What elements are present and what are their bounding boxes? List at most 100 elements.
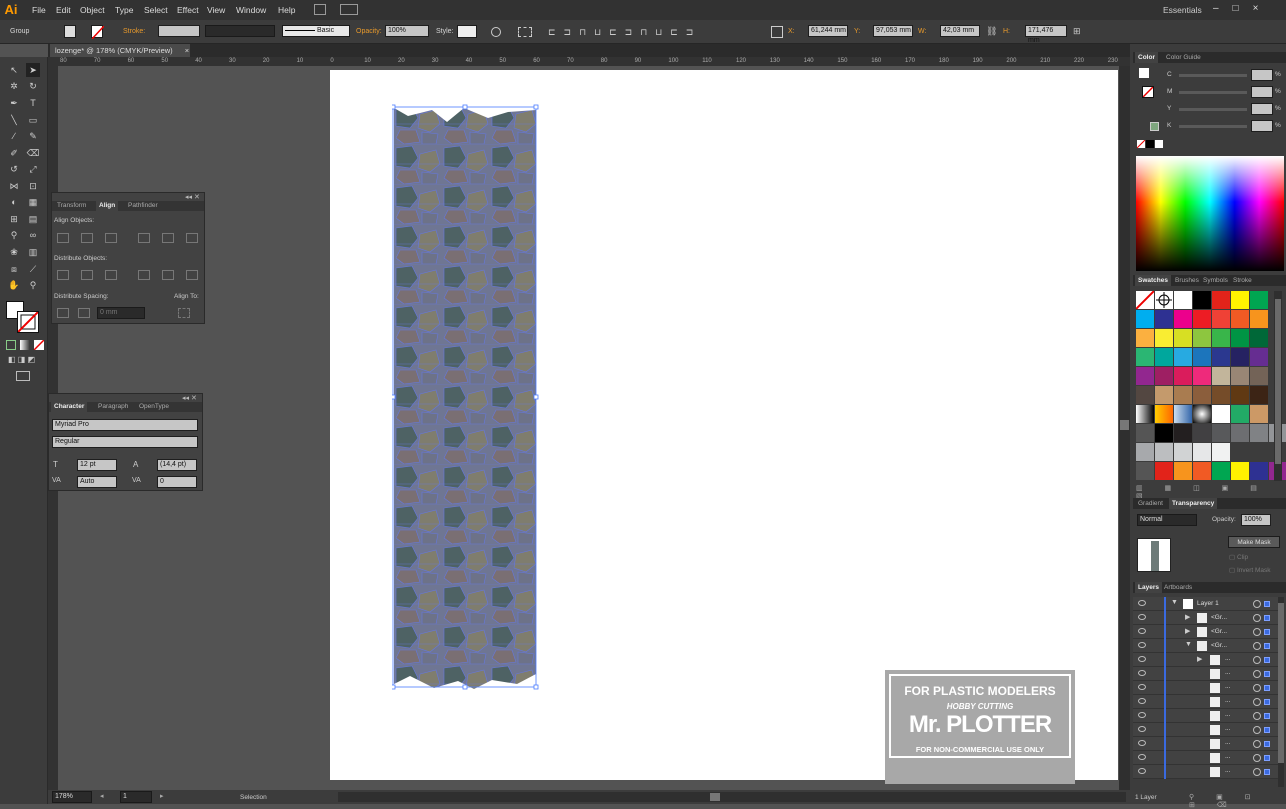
swatch[interactable]	[1193, 329, 1211, 347]
swatch[interactable]	[1155, 424, 1173, 442]
tab-color[interactable]: Color	[1135, 52, 1158, 63]
h-field[interactable]: 171,476 mm	[1025, 25, 1067, 44]
tab-align[interactable]: Align	[96, 201, 119, 211]
swatch[interactable]	[1250, 424, 1268, 442]
out-of-gamut-icon[interactable]	[1150, 122, 1159, 131]
swatch[interactable]	[1231, 424, 1249, 442]
selection-indicator[interactable]	[1264, 769, 1270, 775]
lasso-tool-icon[interactable]: ↻	[26, 79, 40, 93]
swatch[interactable]	[1155, 310, 1173, 328]
slice-tool-icon[interactable]: ⟋	[26, 262, 40, 276]
font-family-select[interactable]: Myriad Pro	[52, 419, 198, 431]
swatch[interactable]	[1212, 443, 1230, 461]
swatch[interactable]	[1193, 424, 1211, 442]
path-row[interactable]: ...	[1133, 723, 1278, 737]
swatch[interactable]	[1193, 367, 1211, 385]
swatch[interactable]	[1250, 367, 1268, 385]
screen-mode-icon[interactable]	[16, 371, 30, 381]
channel-k-field[interactable]	[1251, 120, 1273, 132]
gradient-mode-icon[interactable]	[20, 340, 30, 350]
path-name[interactable]: ...	[1225, 669, 1230, 676]
distribute-right-icon[interactable]	[186, 270, 198, 280]
target-circle-icon[interactable]	[1253, 768, 1261, 776]
align-left-icon[interactable]	[57, 233, 69, 243]
channel-k-slider[interactable]	[1179, 125, 1247, 128]
group-row[interactable]: ▶ <Gr...	[1133, 611, 1278, 625]
eraser-tool-icon[interactable]: ⌫	[26, 146, 40, 160]
align-bottom-icon[interactable]	[186, 233, 198, 243]
swatch[interactable]	[1193, 291, 1211, 309]
layers-scrollbar[interactable]	[1278, 597, 1284, 787]
recolor-artwork-icon[interactable]	[491, 27, 501, 37]
tab-symbols[interactable]: Symbols	[1200, 275, 1231, 286]
color-mode-icon[interactable]	[6, 340, 16, 350]
magic-wand-tool-icon[interactable]: ✲	[7, 79, 21, 93]
target-circle-icon[interactable]	[1253, 600, 1261, 608]
font-style-select[interactable]: Regular	[52, 436, 198, 448]
graphic-style-picker[interactable]	[457, 25, 477, 38]
window-controls[interactable]: –□×	[1213, 0, 1283, 20]
gradient-tool-icon[interactable]: ▤	[26, 212, 40, 226]
path-name[interactable]: ...	[1225, 697, 1230, 704]
path-row[interactable]: ▶...	[1133, 653, 1278, 667]
menu-file[interactable]: File	[32, 0, 46, 20]
swatch[interactable]	[1250, 291, 1268, 309]
pencil-tool-icon[interactable]: ✎	[26, 129, 40, 143]
swatch[interactable]	[1231, 310, 1249, 328]
swatch[interactable]	[1136, 443, 1154, 461]
channel-y-field[interactable]	[1251, 103, 1273, 115]
swatch[interactable]	[1212, 310, 1230, 328]
tracking-field[interactable]: 0	[157, 476, 197, 488]
path-row[interactable]: ...	[1133, 695, 1278, 709]
blob-brush-tool-icon[interactable]: ✐	[7, 146, 21, 160]
target-circle-icon[interactable]	[1253, 656, 1261, 664]
perspective-grid-tool-icon[interactable]: ▦	[26, 195, 40, 209]
swatch[interactable]	[1193, 386, 1211, 404]
group-row[interactable]: ▶ <Gr...	[1133, 625, 1278, 639]
color-fill-box[interactable]	[1139, 68, 1149, 78]
path-row[interactable]: ...	[1133, 737, 1278, 751]
selected-group-artwork[interactable]	[392, 104, 540, 692]
document-tab[interactable]: lozenge* @ 178% (CMYK/Preview) ×	[50, 44, 190, 57]
swatch[interactable]	[1231, 348, 1249, 366]
align-to-selection-icon[interactable]	[178, 308, 190, 318]
rectangle-tool-icon[interactable]: ▭	[26, 113, 40, 127]
w-field[interactable]: 42,03 mm	[940, 25, 980, 37]
reference-point-icon[interactable]	[771, 26, 783, 38]
align-buttons-group[interactable]: ⊏⊐⊓⊔⊏⊐⊓⊔⊏⊐	[548, 25, 763, 39]
selection-indicator[interactable]	[1264, 629, 1270, 635]
tab-brushes[interactable]: Brushes	[1172, 275, 1202, 286]
tab-artboards[interactable]: Artboards	[1161, 582, 1195, 593]
group-name[interactable]: <Gr...	[1211, 628, 1227, 635]
path-row[interactable]: ...	[1133, 681, 1278, 695]
artboard-number[interactable]: 1	[120, 791, 152, 803]
paintbrush-tool-icon[interactable]: ∕	[7, 129, 21, 143]
swatches-footer-icons[interactable]: ▥ ▦ ◫ ▣ ▤ ▧	[1136, 484, 1284, 500]
swatch[interactable]	[1155, 443, 1173, 461]
eye-icon[interactable]	[1138, 698, 1146, 704]
target-circle-icon[interactable]	[1253, 712, 1261, 720]
swatch[interactable]	[1231, 462, 1249, 480]
path-row[interactable]: ...	[1133, 751, 1278, 765]
eye-icon[interactable]	[1138, 656, 1146, 662]
swatch[interactable]	[1250, 310, 1268, 328]
channel-m-slider[interactable]	[1179, 91, 1247, 94]
target-circle-icon[interactable]	[1253, 754, 1261, 762]
target-circle-icon[interactable]	[1253, 642, 1261, 650]
type-tool-icon[interactable]: T	[26, 96, 40, 110]
folder-icon[interactable]	[1136, 424, 1154, 442]
swatch[interactable]	[1136, 329, 1154, 347]
cmyk-sliders[interactable]: C % M % Y % K %	[1167, 69, 1281, 135]
tab-transparency[interactable]: Transparency	[1169, 498, 1218, 509]
swatch[interactable]	[1174, 291, 1192, 309]
swatch[interactable]	[1174, 462, 1192, 480]
workspace-switcher[interactable]: Essentials	[1163, 0, 1202, 20]
path-name[interactable]: ...	[1225, 767, 1230, 774]
x-field[interactable]: 61,244 mm	[808, 25, 848, 37]
menu-help[interactable]: Help	[278, 0, 295, 20]
swatch[interactable]	[1212, 386, 1230, 404]
swatch[interactable]	[1231, 329, 1249, 347]
eye-icon[interactable]	[1138, 642, 1146, 648]
path-name[interactable]: ...	[1225, 683, 1230, 690]
swatch[interactable]	[1135, 290, 1155, 310]
